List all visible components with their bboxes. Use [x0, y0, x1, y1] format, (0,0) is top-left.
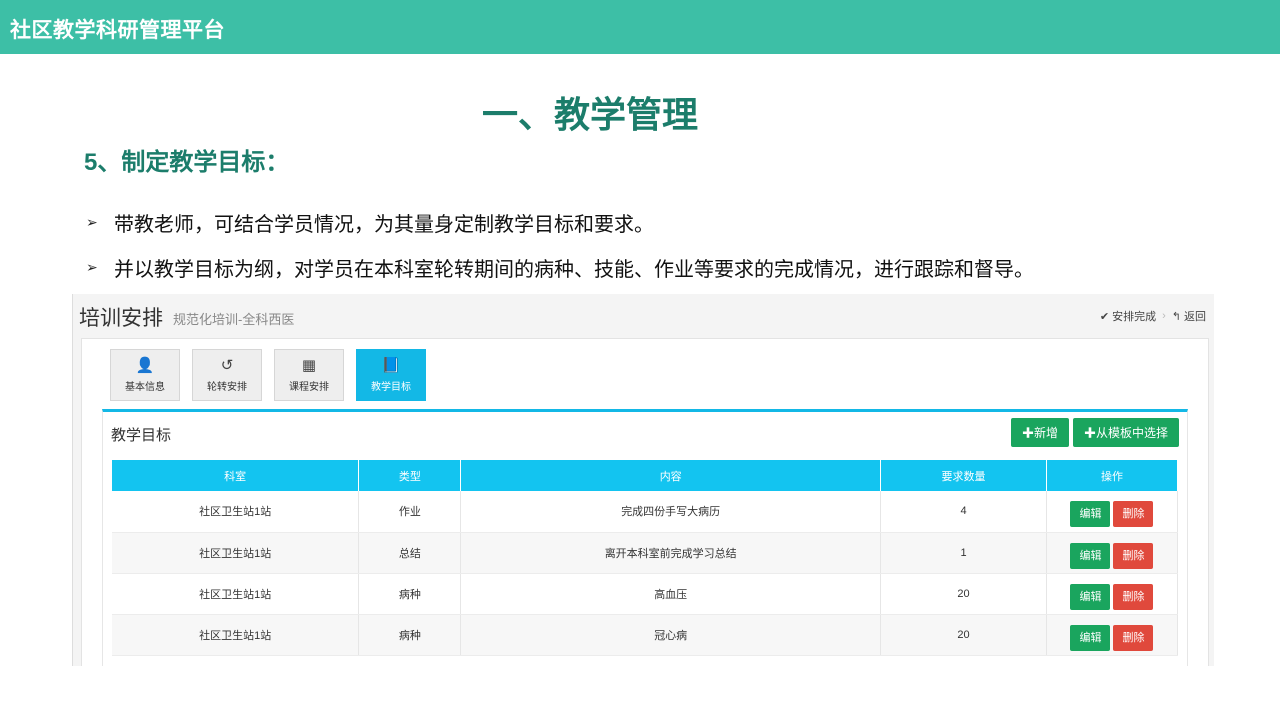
tab-label: 基本信息 [125, 382, 165, 393]
reply-arrow-icon: ↰ [1171, 310, 1181, 323]
divider: › [1162, 310, 1166, 322]
slide-subheading: 5、制定教学目标： [84, 149, 290, 176]
tab-basic-info[interactable]: 👤 基本信息 [110, 349, 180, 401]
cell-type: 总结 [358, 532, 462, 574]
app-screenshot: 培训安排 规范化培训-全科西医 ✔ 安排完成 › ↰ 返回 👤 基本信息 ↺ 轮… [72, 294, 1214, 666]
cell-actions: 编辑 删除 [1046, 614, 1179, 656]
edit-button[interactable]: 编辑 [1070, 583, 1111, 610]
column-header-count: 要求数量 [880, 460, 1047, 491]
tab-label: 教学目标 [371, 382, 411, 393]
back-button[interactable]: ↰ 返回 [1172, 308, 1206, 324]
building-icon: ▦ [301, 357, 317, 374]
user-icon: 👤 [135, 357, 155, 374]
section-title: 教学目标 [111, 427, 172, 444]
table-row: 社区卫生站1站 作业 完成四份手写大病历 4 编辑 删除 [112, 491, 1179, 533]
bullet-text: 带教老师，可结合学员情况，为其量身定制教学目标和要求。 [114, 214, 654, 236]
delete-button[interactable]: 删除 [1113, 542, 1154, 569]
tab-teaching-goals[interactable]: 📘 教学目标 [356, 349, 426, 401]
back-label: 返回 [1184, 311, 1206, 323]
column-header-type: 类型 [358, 460, 462, 491]
cell-content: 离开本科室前完成学习总结 [460, 532, 882, 574]
bullet-item: ➢ 并以教学目标为纲，对学员在本科室轮转期间的病种、技能、作业等要求的完成情况，… [86, 253, 1034, 282]
complete-label: 安排完成 [1112, 311, 1157, 323]
table-header-row: 科室 类型 内容 要求数量 操作 [112, 460, 1179, 491]
bullet-arrow-icon: ➢ [86, 259, 98, 275]
cell-actions: 编辑 删除 [1046, 573, 1179, 615]
edit-button[interactable]: 编辑 [1070, 542, 1111, 569]
header-actions: ✔ 安排完成 › ↰ 返回 [1100, 308, 1206, 324]
tab-label: 课程安排 [289, 382, 329, 393]
delete-button[interactable]: 删除 [1113, 583, 1154, 610]
cell-count: 4 [880, 491, 1047, 533]
edit-button[interactable]: 编辑 [1070, 501, 1111, 528]
cell-dept: 社区卫生站1站 [112, 491, 360, 533]
goals-section: 教学目标 ✚新增 ✚从模板中选择 科室 类型 内容 要求数量 操作 社区卫生站1… [102, 409, 1188, 666]
delete-button[interactable]: 删除 [1113, 501, 1154, 528]
add-button[interactable]: ✚新增 [1011, 418, 1069, 447]
slide-heading: 一、教学管理 [481, 94, 698, 135]
platform-title: 社区教学科研管理平台 [10, 19, 225, 42]
tab-label: 轮转安排 [207, 382, 247, 393]
edit-button[interactable]: 编辑 [1070, 624, 1111, 651]
book-icon: 📘 [381, 357, 401, 374]
table-row: 社区卫生站1站 病种 高血压 20 编辑 删除 [112, 573, 1179, 615]
cell-count: 20 [880, 573, 1047, 615]
cell-content: 完成四份手写大病历 [460, 491, 882, 533]
table-row: 社区卫生站1站 总结 离开本科室前完成学习总结 1 编辑 删除 [112, 532, 1179, 574]
history-icon: ↺ [220, 357, 234, 374]
column-header-actions: 操作 [1046, 460, 1179, 491]
bullet-text: 并以教学目标为纲，对学员在本科室轮转期间的病种、技能、作业等要求的完成情况，进行… [114, 259, 1034, 281]
goals-table: 科室 类型 内容 要求数量 操作 社区卫生站1站 作业 完成四份手写大病历 4 [112, 460, 1179, 656]
check-icon: ✔ [1099, 310, 1110, 323]
cell-type: 病种 [358, 573, 462, 615]
table-row: 社区卫生站1站 病种 冠心病 20 编辑 删除 [112, 614, 1179, 656]
cell-dept: 社区卫生站1站 [112, 614, 360, 656]
cell-actions: 编辑 删除 [1046, 532, 1179, 574]
top-bar: 社区教学科研管理平台 [0, 0, 1280, 54]
column-header-content: 内容 [460, 460, 882, 491]
bullet-item: ➢ 带教老师，可结合学员情况，为其量身定制教学目标和要求。 [86, 208, 654, 237]
bullet-arrow-icon: ➢ [86, 214, 98, 230]
tab-courses[interactable]: ▦ 课程安排 [274, 349, 344, 401]
tab-bar: 👤 基本信息 ↺ 轮转安排 ▦ 课程安排 📘 教学目标 [110, 349, 426, 401]
tab-rotation[interactable]: ↺ 轮转安排 [192, 349, 262, 401]
cell-count: 1 [880, 532, 1047, 574]
select-template-button[interactable]: ✚从模板中选择 [1073, 418, 1179, 447]
cell-type: 作业 [358, 491, 462, 533]
cell-content: 高血压 [460, 573, 882, 615]
cell-type: 病种 [358, 614, 462, 656]
cell-dept: 社区卫生站1站 [112, 532, 360, 574]
cell-content: 冠心病 [460, 614, 882, 656]
complete-button[interactable]: ✔ 安排完成 [1100, 308, 1156, 324]
cell-count: 20 [880, 614, 1047, 656]
column-header-dept: 科室 [112, 460, 360, 491]
cell-dept: 社区卫生站1站 [112, 573, 360, 615]
page-subtitle: 规范化培训-全科西医 [173, 312, 295, 327]
delete-button[interactable]: 删除 [1113, 624, 1154, 651]
content-panel: 👤 基本信息 ↺ 轮转安排 ▦ 课程安排 📘 教学目标 教学目标 ✚新增 ✚从模… [81, 338, 1209, 666]
cell-actions: 编辑 删除 [1046, 491, 1179, 533]
page-title: 培训安排 [79, 307, 163, 330]
